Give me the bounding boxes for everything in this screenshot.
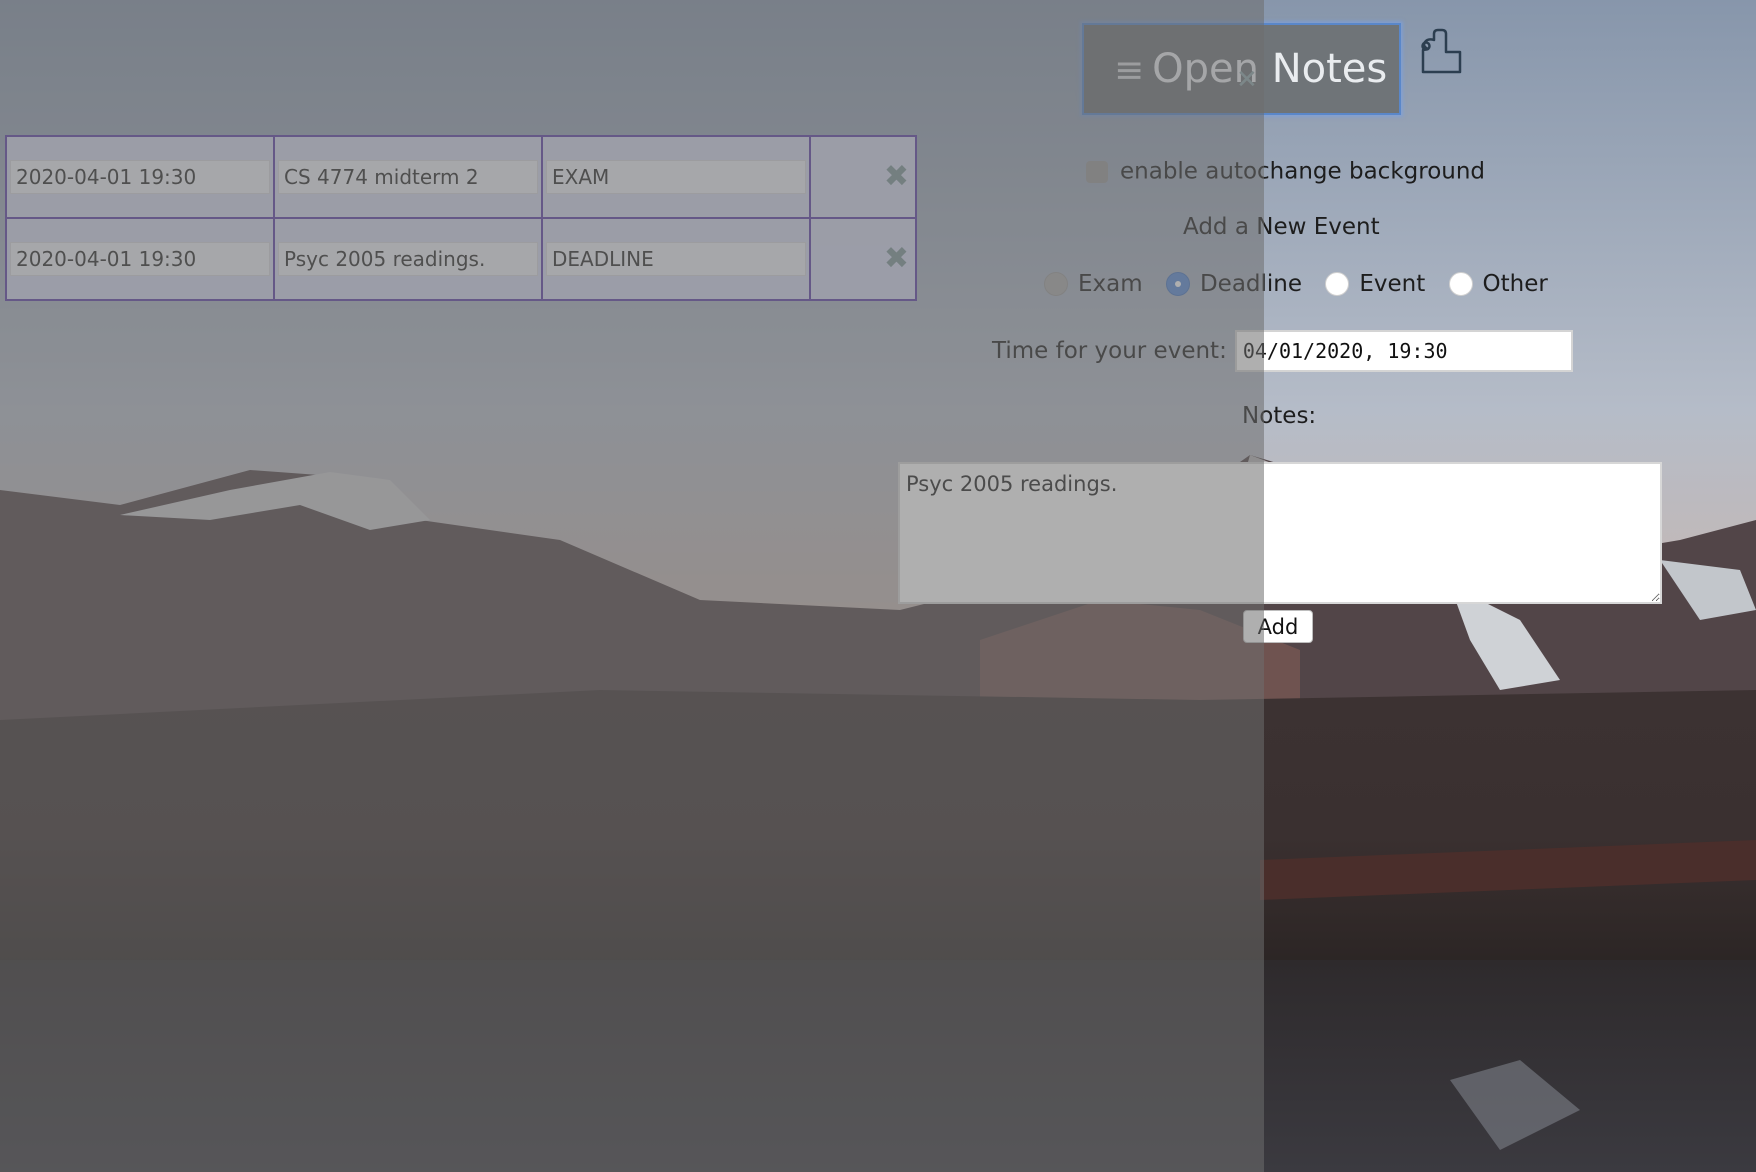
puzzle-icon[interactable] xyxy=(1420,28,1464,76)
notes-label: Notes: xyxy=(1242,403,1317,429)
radio-event[interactable] xyxy=(1325,271,1350,296)
table-row: ✖ xyxy=(5,217,917,301)
event-type-input[interactable] xyxy=(546,242,806,276)
autochange-checkbox[interactable] xyxy=(1086,160,1108,183)
notes-textarea[interactable]: Psyc 2005 readings. xyxy=(898,462,1662,604)
event-type-radio-group: Exam Deadline Event Other xyxy=(1044,270,1564,297)
event-name-input[interactable] xyxy=(278,160,538,194)
add-button[interactable]: Add xyxy=(1243,610,1313,643)
delete-icon[interactable]: ✖ xyxy=(884,162,909,192)
radio-other-label: Other xyxy=(1482,270,1548,297)
event-time-input[interactable] xyxy=(10,160,270,194)
radio-exam-label: Exam xyxy=(1078,270,1143,297)
open-notes-label: Open Notes xyxy=(1152,46,1388,92)
radio-exam[interactable] xyxy=(1044,271,1068,296)
radio-other[interactable] xyxy=(1448,271,1473,296)
event-time-field[interactable]: 04/01/2020, 19:30 xyxy=(1234,330,1573,372)
radio-event-label: Event xyxy=(1359,270,1426,297)
close-icon[interactable]: ✕ xyxy=(1236,67,1258,93)
autochange-label: enable autochange background xyxy=(1120,158,1486,185)
delete-icon[interactable]: ✖ xyxy=(884,244,909,274)
event-name-input[interactable] xyxy=(278,242,538,276)
table-row: ✖ xyxy=(5,135,917,219)
event-time-input[interactable] xyxy=(10,242,270,276)
radio-deadline-label: Deadline xyxy=(1199,270,1303,297)
time-label: Time for your event: xyxy=(992,338,1227,364)
open-notes-button[interactable]: ≡ Open Notes ✕ xyxy=(1082,23,1401,115)
autochange-setting: enable autochange background xyxy=(1086,158,1485,185)
events-table: ✖ ✖ xyxy=(5,135,917,301)
menu-icon: ≡ xyxy=(1114,50,1145,91)
add-event-title: Add a New Event xyxy=(1183,214,1380,240)
event-type-input[interactable] xyxy=(546,160,806,194)
radio-deadline[interactable] xyxy=(1165,271,1190,296)
time-row: Time for your event: 04/01/2020, 19:30 xyxy=(992,330,1573,372)
